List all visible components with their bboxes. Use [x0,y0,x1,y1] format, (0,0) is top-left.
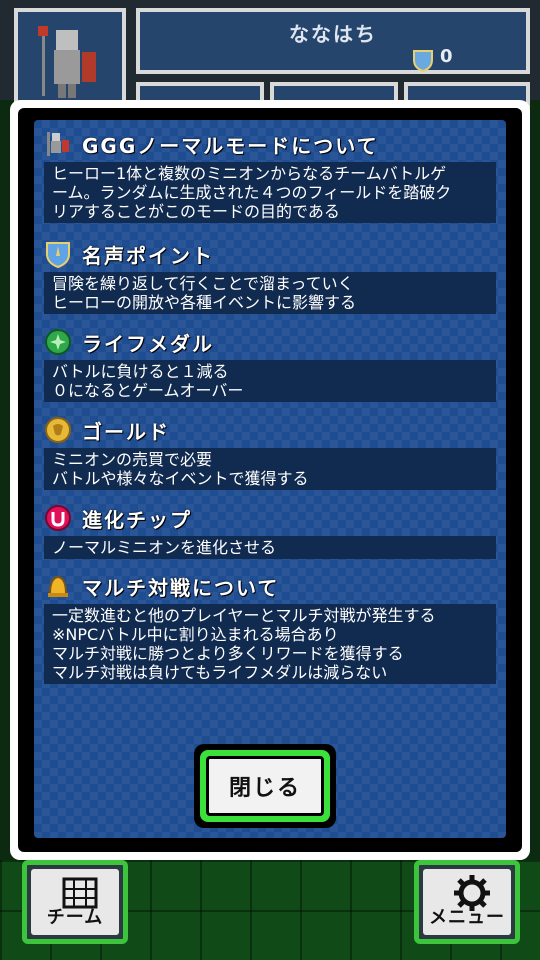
section-body: ノーマルミニオンを進化させる [44,536,496,559]
section-body: ヒーロー1体と複数のミニオンからなるチームバトルゲ ーム。ランダムに生成された４… [44,162,496,223]
menu-button-label: メニュー [429,907,505,928]
section-line: マルチ対戦に勝つとより多くリワードを獲得する [52,644,404,663]
section-title: ゴールド [82,419,170,444]
section-line: ヒーロー1体と複数のミニオンからなるチームバトルゲ [52,164,447,183]
section-header-mode: GGGノーマルモードについて [44,128,379,160]
section-header-evolution-chip: 進化チップ [44,502,192,534]
section-line: ミニオンの売買で必要 [52,450,213,469]
section-title: 名声ポイント [82,243,214,268]
team-button-label: チーム [46,907,104,928]
section-title: ライフメダル [82,331,214,356]
section-body: ミニオンの売買で必要 バトルや様々なイベントで獲得する [44,448,496,490]
life-medal-icon [44,328,72,356]
section-line: ※NPCバトル中に割り込まれる場合あり [52,625,339,644]
fame-shield-icon [413,50,433,72]
gold-coin-icon [44,416,72,444]
section-line: ０になるとゲームオーバー [52,381,244,400]
close-button-label: 閉じる [206,756,324,816]
section-line: 一定数進むと他のプレイヤーとマルチ対戦が発生する [52,606,436,625]
fame-points-value: 0 [440,46,453,67]
section-body: 一定数進むと他のプレイヤーとマルチ対戦が発生する ※NPCバトル中に割り込まれる… [44,604,496,684]
team-button[interactable]: チーム [22,860,128,944]
section-header-life-medal: ライフメダル [44,326,214,358]
player-info-panel: ななはち 0 [136,8,530,74]
section-line: 冒険を繰り返して行くことで溜まっていく [52,274,354,293]
section-title: GGGノーマルモードについて [82,133,379,158]
section-line: ノーマルミニオンを進化させる [52,538,277,557]
player-name: ななはち [289,22,377,46]
evolution-chip-icon [44,504,72,532]
section-body: 冒険を繰り返して行くことで溜まっていく ヒーローの開放や各種イベントに影響する [44,272,496,314]
section-header-fame: 名声ポイント [44,238,214,270]
menu-button[interactable]: メニュー [414,860,520,944]
dialog-panel: GGGノーマルモードについて ヒーロー1体と複数のミニオンからなるチームバトルゲ… [34,120,506,838]
dialog-border: GGGノーマルモードについて ヒーロー1体と複数のミニオンからなるチームバトルゲ… [18,108,522,852]
section-line: マルチ対戦は負けてもライフメダルは減らない [52,663,388,682]
section-line: バトルに負けると１減る [52,362,229,381]
hero-knight-icon [38,26,96,98]
section-title: マルチ対戦について [82,575,280,600]
section-header-multi-battle: マルチ対戦について [44,570,279,602]
section-line: バトルや様々なイベントで獲得する [52,469,309,488]
multi-battle-bell-icon [44,572,72,600]
hero-knight-icon [44,130,72,158]
hero-portrait[interactable] [14,8,126,108]
section-line: リアすることがこのモードの目的である [52,202,340,221]
info-dialog: GGGノーマルモードについて ヒーロー1体と複数のミニオンからなるチームバトルゲ… [10,100,530,860]
section-title: 進化チップ [82,507,192,532]
section-body: バトルに負けると１減る ０になるとゲームオーバー [44,360,496,402]
fame-shield-icon [44,240,72,268]
close-button-frame: 閉じる [194,744,336,828]
section-line: ヒーローの開放や各種イベントに影響する [52,293,357,312]
section-header-gold: ゴールド [44,414,170,446]
section-line: ーム。ランダムに生成された４つのフィールドを踏破ク [52,183,452,202]
close-button[interactable]: 閉じる [200,750,330,822]
